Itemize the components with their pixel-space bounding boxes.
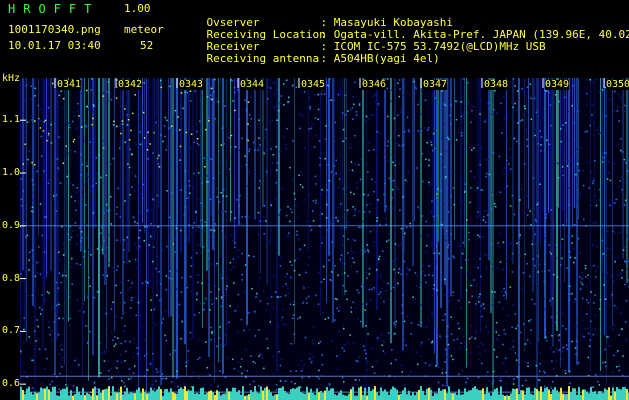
file-name: 1001170340.png (8, 23, 101, 36)
time-tick-label: 0347 (423, 79, 448, 90)
y-tick-label: 0.9 (2, 219, 21, 231)
time-tick-label: 0346 (362, 79, 387, 90)
time-tick-label: 0349 (545, 79, 570, 90)
time-tick-label: 0343 (179, 79, 204, 90)
spectrogram-canvas (20, 78, 629, 400)
y-tick-label: 0.7 (2, 325, 21, 337)
meteor-label: meteor (124, 23, 164, 36)
y-tick-label: 1.1 (2, 114, 21, 126)
info-label: Receiving antenna (206, 52, 320, 65)
app-version: 1.00 (124, 2, 151, 15)
y-tick-label: 0.6 (2, 378, 21, 390)
timestamp: 10.01.17 03:40 (8, 39, 101, 52)
y-axis-unit: kHz (2, 73, 21, 84)
spectrogram-plot (20, 78, 629, 400)
y-tick-label: 0.8 (2, 272, 21, 284)
app-name: HROFFT (8, 2, 100, 16)
time-tick-label: 0348 (484, 79, 509, 90)
time-tick-label: 0342 (118, 79, 143, 90)
info-value: A504HB(yagi 4el) (333, 52, 440, 65)
time-tick-label: 0345 (301, 79, 326, 90)
time-tick-label: 0344 (240, 79, 265, 90)
time-tick-label: 0350 (606, 79, 629, 90)
time-tick-label: 0341 (57, 79, 82, 90)
meteor-count: 52 (140, 39, 154, 52)
info-row-antenna: Receiving antenna: A504HB(yagi 4el) (206, 52, 440, 65)
y-tick-label: 1.0 (2, 167, 21, 179)
hrofft-window: HROFFT 1.00 1001170340.png 10.01.17 03:4… (0, 0, 629, 400)
